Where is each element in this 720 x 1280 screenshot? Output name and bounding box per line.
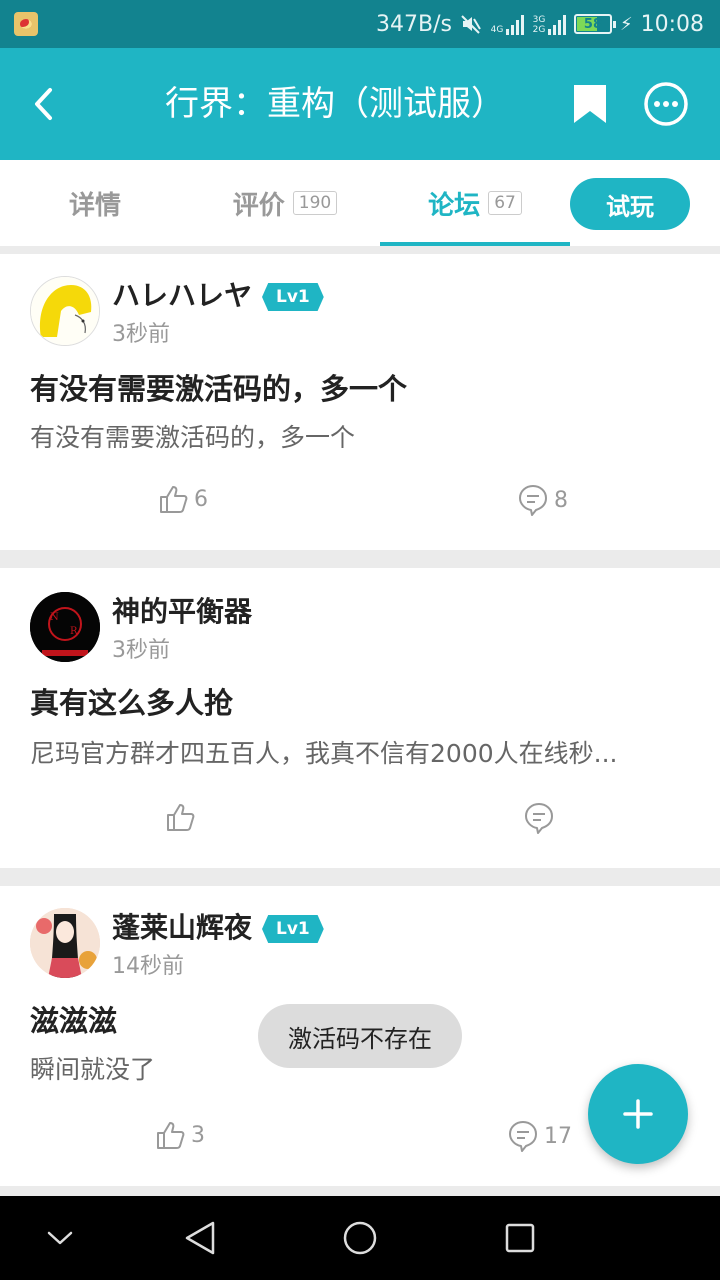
try-play-button[interactable]: 试玩 (570, 178, 690, 230)
post-title: 滋滋滋 (30, 1004, 118, 1038)
post-title: 有没有需要激活码的，多一个 (30, 372, 408, 406)
tab-count: 67 (488, 191, 522, 215)
tab-bar: 详情 评价 190 论坛 67 试玩 (0, 160, 720, 246)
plus-icon (623, 1099, 653, 1129)
back-button[interactable] (20, 78, 68, 130)
level-badge: Lv1 (262, 283, 324, 311)
avatar-image (31, 277, 99, 345)
comment-icon (525, 803, 553, 834)
comment-button[interactable]: 8 (518, 484, 568, 516)
avatar-image: N R (30, 592, 100, 662)
mute-icon (461, 15, 481, 34)
square-recents-icon (505, 1223, 535, 1253)
username[interactable]: ハレハレヤ Lv1 (112, 274, 324, 314)
tab-reviews[interactable]: 评价 190 (190, 160, 380, 246)
system-nav-bar (0, 1196, 720, 1280)
hide-nav-button[interactable] (36, 1214, 84, 1262)
post-body: 有没有需要激活码的，多一个 (30, 423, 356, 452)
thumbs-up-icon (160, 486, 188, 513)
comment-button[interactable]: 17 (508, 1120, 572, 1152)
comment-button[interactable] (524, 802, 554, 834)
bookmark-button[interactable] (568, 78, 612, 130)
nav-home-button[interactable] (336, 1214, 384, 1262)
page-title: 行界：重构（测试服） (165, 84, 505, 124)
bookmark-icon (574, 85, 606, 123)
like-count: 6 (194, 486, 208, 512)
post-time: 3秒前 (112, 638, 170, 663)
svg-text:N: N (50, 612, 59, 623)
back-icon (35, 88, 52, 120)
weibo-icon (14, 12, 38, 36)
clock: 10:08 (640, 11, 704, 37)
comment-icon (519, 485, 547, 516)
comment-icon (509, 1121, 537, 1152)
signal-3g-icon: 3G 2G (532, 13, 566, 35)
thumbs-up-icon (157, 1122, 185, 1149)
app-header: 行界：重构（测试服） (0, 48, 720, 160)
avatar-image (30, 908, 100, 978)
status-bar: 347B/s 4G 3G 2G 58 ⚡ 10:08 (0, 0, 720, 48)
triangle-back-icon (185, 1221, 215, 1255)
nav-back-button[interactable] (176, 1214, 224, 1262)
comment-count: 17 (544, 1123, 572, 1149)
more-icon (644, 82, 688, 126)
avatar[interactable] (30, 276, 100, 346)
tab-count: 190 (292, 191, 338, 215)
username[interactable]: 神的平衡器 (112, 590, 252, 630)
charging-icon: ⚡ (619, 13, 633, 35)
tab-forum[interactable]: 论坛 67 (380, 160, 570, 246)
signal-4g-icon: 4G (490, 13, 524, 35)
thumbs-up-icon (167, 804, 195, 831)
tab-indicator (380, 242, 570, 246)
toast-message: 激活码不存在 (258, 1004, 462, 1068)
post-time: 14秒前 (112, 954, 184, 979)
comment-count: 8 (554, 487, 568, 513)
tab-details[interactable]: 详情 (0, 160, 190, 246)
post-title: 真有这么多人抢 (30, 686, 234, 720)
post-card[interactable]: N R 神的平衡器 3秒前 真有这么多人抢 尼玛官方群才四五百人，我真不信有20… (0, 568, 720, 868)
network-speed: 347B/s (375, 11, 452, 37)
status-indicators: 347B/s 4G 3G 2G 58 ⚡ 10:08 (376, 0, 704, 48)
avatar[interactable]: N R (30, 592, 100, 662)
battery-icon: 58 (573, 14, 616, 34)
chevron-down-icon (47, 1231, 73, 1245)
post-time: 3秒前 (112, 322, 170, 347)
like-button[interactable]: 3 (155, 1120, 205, 1150)
like-button[interactable]: 6 (158, 484, 208, 514)
username[interactable]: 蓬莱山辉夜 Lv1 (112, 906, 324, 946)
new-post-button[interactable] (588, 1064, 688, 1164)
nav-recents-button[interactable] (496, 1214, 544, 1262)
post-body: 尼玛官方群才四五百人，我真不信有2000人在线秒... (30, 739, 618, 768)
level-badge: Lv1 (262, 915, 324, 943)
avatar[interactable] (30, 908, 100, 978)
svg-text:R: R (70, 626, 78, 637)
like-button[interactable] (165, 802, 195, 832)
post-card[interactable]: ハレハレヤ Lv1 3秒前 有没有需要激活码的，多一个 有没有需要激活码的，多一个… (0, 254, 720, 550)
more-button[interactable] (642, 80, 690, 128)
like-count: 3 (191, 1122, 205, 1148)
circle-home-icon (343, 1221, 377, 1255)
